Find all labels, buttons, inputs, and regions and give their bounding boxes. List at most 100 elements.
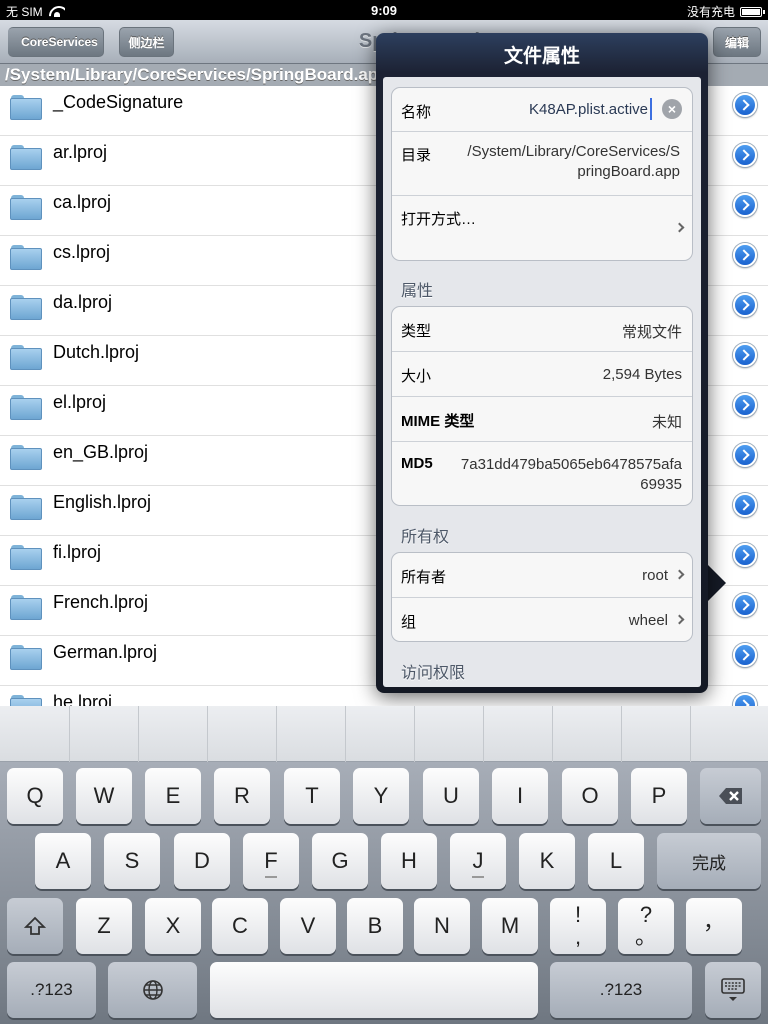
hide-keyboard-icon [721, 978, 745, 1001]
key-h[interactable]: H [381, 833, 437, 889]
key-s[interactable]: S [104, 833, 160, 889]
hide-keyboard-key[interactable] [705, 962, 761, 1018]
key-question-period[interactable]: ?。 [618, 898, 674, 954]
detail-disclosure-button[interactable] [733, 593, 757, 617]
key-l[interactable]: L [588, 833, 644, 889]
shift-key[interactable] [7, 898, 63, 954]
key-g[interactable]: G [312, 833, 368, 889]
key-m[interactable]: M [482, 898, 538, 954]
group-value: wheel [628, 612, 668, 629]
clock: 9:09 [370, 3, 398, 18]
key-y[interactable]: Y [353, 768, 409, 824]
key-d[interactable]: D [174, 833, 230, 889]
folder-icon [10, 443, 42, 471]
owner-row[interactable]: 所有者 root [392, 553, 692, 598]
mime-label: MIME 类型 [401, 413, 475, 430]
detail-disclosure-button[interactable] [733, 243, 757, 267]
key-i[interactable]: I [492, 768, 548, 824]
detail-disclosure-button[interactable] [733, 343, 757, 367]
size-label: 大小 [401, 368, 432, 385]
file-name: English.lproj [53, 492, 152, 512]
numbers-key-right[interactable]: .?123 [550, 962, 692, 1018]
popover-title: 文件属性 [503, 46, 580, 67]
file-info-group: 名称 K48AP.plist.active × 目录 /System/Libra… [391, 87, 693, 261]
space-key[interactable] [210, 962, 538, 1018]
file-name: en_GB.lproj [53, 442, 149, 462]
attributes-group: 类型 常规文件 大小 2,594 Bytes MIME 类型 未知 MD5 7a… [391, 306, 693, 506]
detail-disclosure-button[interactable] [733, 393, 757, 417]
name-row[interactable]: 名称 K48AP.plist.active × [392, 88, 692, 132]
status-bar: 无 SIM 9:09 没有充电 [0, 0, 768, 20]
folder-icon [10, 143, 42, 171]
file-name: el.lproj [53, 392, 107, 412]
popover-body[interactable]: 名称 K48AP.plist.active × 目录 /System/Libra… [383, 77, 701, 687]
md5-row: MD5 7a31dd479ba5065eb6478575afa 69935 [392, 442, 692, 505]
permissions-header: 访问权限 [401, 665, 466, 682]
chevron-right-icon [674, 222, 685, 233]
key-p[interactable]: P [631, 768, 687, 824]
key-t[interactable]: T [284, 768, 340, 824]
backspace-key[interactable] [700, 768, 761, 824]
group-row[interactable]: 组 wheel [392, 598, 692, 642]
candidate-bar [0, 706, 768, 762]
key-e[interactable]: E [145, 768, 201, 824]
detail-disclosure-button[interactable] [733, 543, 757, 567]
back-button[interactable]: CoreServices [8, 27, 104, 57]
attributes-header: 属性 [401, 283, 434, 300]
ownership-group: 所有者 root 组 wheel [391, 552, 693, 642]
key-u[interactable]: U [423, 768, 479, 824]
detail-disclosure-button[interactable] [733, 93, 757, 117]
key-v[interactable]: V [280, 898, 336, 954]
ownership-header: 所有权 [401, 529, 450, 546]
type-label: 类型 [401, 323, 432, 340]
key-o[interactable]: O [562, 768, 618, 824]
done-key[interactable]: 完成 [657, 833, 761, 889]
folder-icon [10, 93, 42, 121]
detail-disclosure-button[interactable] [733, 643, 757, 667]
key-b[interactable]: B [347, 898, 403, 954]
clear-text-icon[interactable]: × [662, 99, 682, 119]
chevron-right-icon [674, 614, 685, 625]
file-name: French.lproj [53, 592, 149, 612]
directory-value: /System/Library/CoreServices/S pringBoard… [467, 143, 680, 180]
md5-value: 7a31dd479ba5065eb6478575afa 69935 [460, 456, 682, 493]
key-z[interactable]: Z [76, 898, 132, 954]
directory-row: 目录 /System/Library/CoreServices/S pringBo… [392, 132, 692, 196]
folder-icon [10, 643, 42, 671]
key-k[interactable]: K [519, 833, 575, 889]
detail-disclosure-button[interactable] [733, 143, 757, 167]
name-field[interactable]: K48AP.plist.active [529, 101, 648, 118]
detail-disclosure-button[interactable] [733, 493, 757, 517]
key-exclamation-comma[interactable]: !, [550, 898, 606, 954]
key-n[interactable]: N [414, 898, 470, 954]
type-value: 常规文件 [621, 324, 682, 341]
open-with-row[interactable]: 打开方式… [392, 196, 692, 260]
file-name: he.lproj [53, 692, 113, 706]
sidebar-button[interactable]: 侧边栏 [119, 27, 174, 57]
chevron-right-icon [674, 569, 685, 580]
size-value: 2,594 Bytes [602, 366, 682, 383]
key-chinese-comma[interactable]: ， [686, 898, 742, 954]
key-a[interactable]: A [35, 833, 91, 889]
folder-icon [10, 293, 42, 321]
globe-key[interactable] [108, 962, 197, 1018]
key-w[interactable]: W [76, 768, 132, 824]
key-q[interactable]: Q [7, 768, 63, 824]
type-row: 类型 常规文件 [392, 307, 692, 352]
key-j[interactable]: J [450, 833, 506, 889]
key-x[interactable]: X [145, 898, 201, 954]
key-c[interactable]: C [212, 898, 268, 954]
file-properties-popover: 文件属性 名称 K48AP.plist.active × 目录 /System/… [376, 33, 708, 693]
key-f[interactable]: F [243, 833, 299, 889]
detail-disclosure-button[interactable] [733, 193, 757, 217]
numbers-key-left[interactable]: .?123 [7, 962, 96, 1018]
edit-button[interactable]: 编辑 [713, 27, 761, 57]
folder-icon [10, 243, 42, 271]
detail-disclosure-button[interactable] [733, 693, 757, 706]
file-name: German.lproj [53, 642, 158, 662]
key-r[interactable]: R [214, 768, 270, 824]
shift-icon [24, 916, 46, 935]
detail-disclosure-button[interactable] [733, 443, 757, 467]
file-name: fi.lproj [53, 542, 102, 562]
detail-disclosure-button[interactable] [733, 293, 757, 317]
